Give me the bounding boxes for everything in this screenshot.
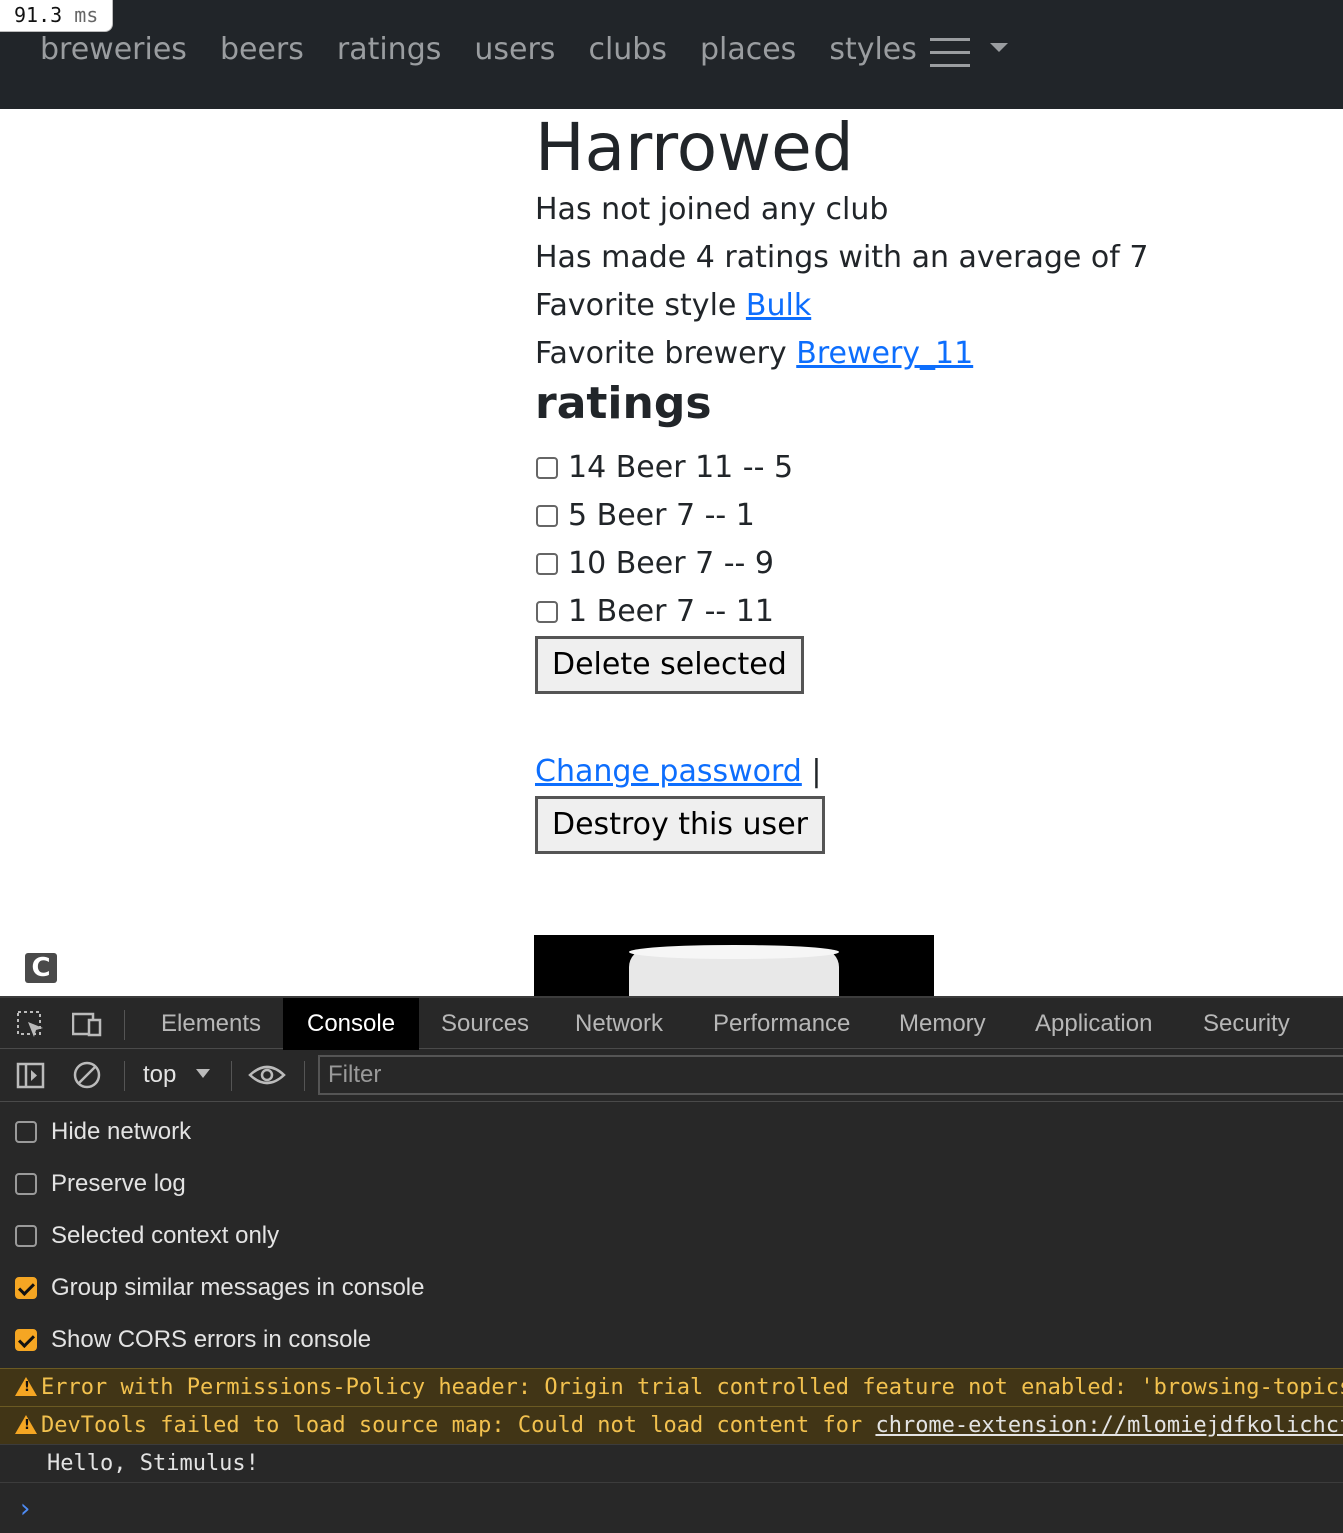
warning-icon: ! (15, 1415, 37, 1434)
profiler-badge[interactable]: 91.3 ms (0, 0, 114, 32)
rating-checkbox[interactable] (536, 457, 558, 479)
sidebar-toggle-icon[interactable] (16, 1061, 46, 1089)
favorite-brewery-label: Favorite brewery (535, 336, 787, 371)
rating-checkbox[interactable] (536, 505, 558, 527)
tab-elements[interactable]: Elements (137, 998, 285, 1050)
devtools-panel: Elements Console Sources Network Perform… (0, 996, 1343, 1533)
rating-checkbox[interactable] (536, 553, 558, 575)
rating-item: 5 Beer 7 -- 1 (535, 492, 1315, 540)
checkbox[interactable] (15, 1225, 37, 1247)
warning-text: Error with Permissions-Policy header: Or… (41, 1375, 1343, 1400)
option-selected-context-only[interactable]: Selected context only (15, 1218, 279, 1254)
device-toolbar-icon[interactable] (72, 1010, 102, 1038)
user-profile: Harrowed Has not joined any club Has mad… (535, 110, 1315, 854)
source-map-link[interactable]: chrome-extension://mlomiejdfkolichcflejc… (875, 1413, 1343, 1438)
favorite-brewery-link[interactable]: Brewery_11 (796, 336, 973, 371)
favorite-brewery: Favorite brewery Brewery_11 (535, 330, 1315, 378)
nav-link-breweries[interactable]: breweries (40, 26, 187, 74)
separator: | (811, 754, 822, 789)
change-password-link[interactable]: Change password (535, 754, 802, 789)
option-hide-network[interactable]: Hide network (15, 1114, 191, 1150)
profiler-unit: ms (74, 3, 99, 27)
filter-input[interactable]: Filter (318, 1055, 1343, 1095)
account-actions: Change password | (535, 748, 1315, 796)
hamburger-menu-icon[interactable] (930, 38, 970, 68)
navbar: breweries beers ratings users clubs plac… (0, 0, 1343, 109)
toolbar-divider (124, 1061, 125, 1091)
option-preserve-log[interactable]: Preserve log (15, 1166, 186, 1202)
tab-memory[interactable]: Memory (875, 998, 1010, 1050)
checkbox-checked[interactable] (15, 1277, 37, 1299)
option-label: Group similar messages in console (51, 1274, 425, 1301)
rating-label: 1 Beer 7 -- 11 (568, 594, 774, 629)
nav-link-beers[interactable]: beers (220, 26, 304, 74)
console-toolbar: top Filter (0, 1049, 1343, 1102)
warning-text: DevTools failed to load source map: Coul… (41, 1413, 876, 1438)
nav-link-places[interactable]: places (700, 26, 796, 74)
console-warning: ! DevTools failed to load source map: Cou… (0, 1406, 1343, 1444)
rating-item: 10 Beer 7 -- 9 (535, 540, 1315, 588)
ratings-summary: Has made 4 ratings with an average of 7 (535, 240, 1149, 275)
cup-rim (629, 945, 839, 959)
rating-label: 10 Beer 7 -- 9 (568, 546, 774, 581)
nav-link-styles[interactable]: styles (829, 26, 917, 74)
tab-sources[interactable]: Sources (417, 998, 553, 1050)
option-group-similar[interactable]: Group similar messages in console (15, 1270, 425, 1306)
tab-security[interactable]: Security (1179, 998, 1314, 1050)
toolbar-divider (231, 1061, 232, 1091)
checkbox[interactable] (15, 1173, 37, 1195)
inspect-element-icon[interactable] (16, 1010, 46, 1038)
option-show-cors[interactable]: Show CORS errors in console (15, 1322, 371, 1358)
ratings-heading: ratings (535, 378, 712, 429)
console-log: Hello, Stimulus! (0, 1444, 1343, 1482)
tab-network[interactable]: Network (551, 998, 687, 1050)
option-label: Selected context only (51, 1222, 280, 1249)
favorite-style: Favorite style Bulk (535, 282, 1315, 330)
rating-item: 1 Beer 7 -- 11 (535, 588, 1315, 636)
option-label: Hide network (51, 1118, 192, 1145)
context-selector[interactable]: top (143, 1059, 176, 1091)
clear-console-icon[interactable] (72, 1061, 102, 1089)
favorite-style-label: Favorite style (535, 288, 737, 323)
rating-label: 5 Beer 7 -- 1 (568, 498, 755, 533)
nav-link-users[interactable]: users (474, 26, 555, 74)
toolbar-divider (304, 1061, 305, 1091)
beer-image (534, 935, 934, 996)
page-title: Harrowed (535, 109, 854, 186)
option-label: Preserve log (51, 1170, 186, 1197)
context-caret-icon[interactable] (196, 1069, 210, 1078)
tab-performance[interactable]: Performance (689, 998, 874, 1050)
rating-label: 14 Beer 11 -- 5 (568, 450, 794, 485)
checkbox-checked[interactable] (15, 1329, 37, 1351)
nav-link-clubs[interactable]: clubs (588, 26, 667, 74)
devtools-tab-bar: Elements Console Sources Network Perform… (0, 996, 1343, 1050)
console-warning: ! Error with Permissions-Policy header: O… (0, 1368, 1343, 1406)
console-prompt-row[interactable] (0, 1482, 1343, 1520)
console-prompt-icon[interactable]: › (20, 1494, 30, 1524)
rating-checkbox[interactable] (536, 601, 558, 623)
dropdown-caret-icon[interactable] (990, 43, 1008, 52)
profiler-value: 91.3 (14, 3, 63, 27)
destroy-user-button[interactable]: Destroy this user (535, 796, 825, 854)
toolbar-divider (124, 1010, 125, 1040)
nav-links: breweries beers ratings users clubs plac… (40, 26, 950, 74)
tab-application[interactable]: Application (1011, 998, 1176, 1050)
c-extension-icon[interactable]: C (25, 953, 57, 983)
clubs-text: Has not joined any club (535, 192, 889, 227)
nav-link-ratings[interactable]: ratings (337, 26, 442, 74)
rating-item: 14 Beer 11 -- 5 (535, 444, 1315, 492)
checkbox[interactable] (15, 1121, 37, 1143)
tab-console[interactable]: Console (283, 998, 420, 1050)
warning-icon: ! (15, 1377, 37, 1396)
live-expression-eye-icon[interactable] (248, 1061, 286, 1089)
delete-selected-button[interactable]: Delete selected (535, 636, 804, 694)
favorite-style-link[interactable]: Bulk (746, 288, 811, 323)
option-label: Show CORS errors in console (51, 1326, 372, 1353)
